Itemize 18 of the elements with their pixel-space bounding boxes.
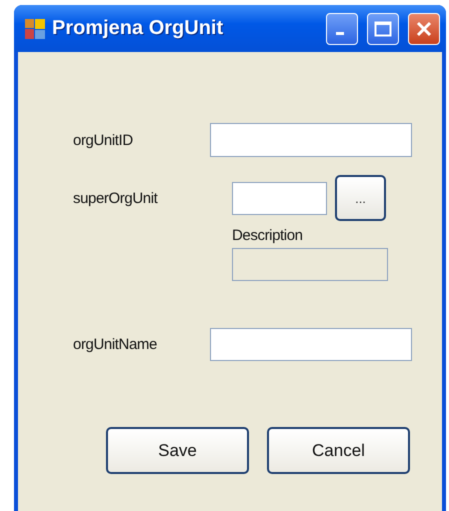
field-label: orgUnitName	[73, 336, 158, 353]
minimize-icon	[336, 32, 344, 35]
field-label: Description	[232, 227, 304, 244]
field-label: orgUnitID	[73, 132, 134, 148]
input-field[interactable]	[210, 123, 412, 157]
save-button[interactable]: Save	[106, 427, 249, 474]
cancel-button[interactable]: Cancel	[267, 427, 410, 474]
close-button[interactable]	[408, 12, 440, 44]
app-icon	[24, 18, 46, 40]
field-label: superOrgUnit	[73, 190, 159, 206]
window-title: Promjena OrgUnit	[52, 17, 224, 40]
browse-button[interactable]: ...	[335, 175, 386, 221]
close-icon	[415, 20, 433, 38]
maximize-icon	[374, 20, 392, 36]
input-field[interactable]	[210, 328, 412, 361]
input-field[interactable]	[232, 182, 327, 214]
minimize-button[interactable]	[326, 12, 358, 44]
maximize-button[interactable]	[367, 12, 399, 44]
